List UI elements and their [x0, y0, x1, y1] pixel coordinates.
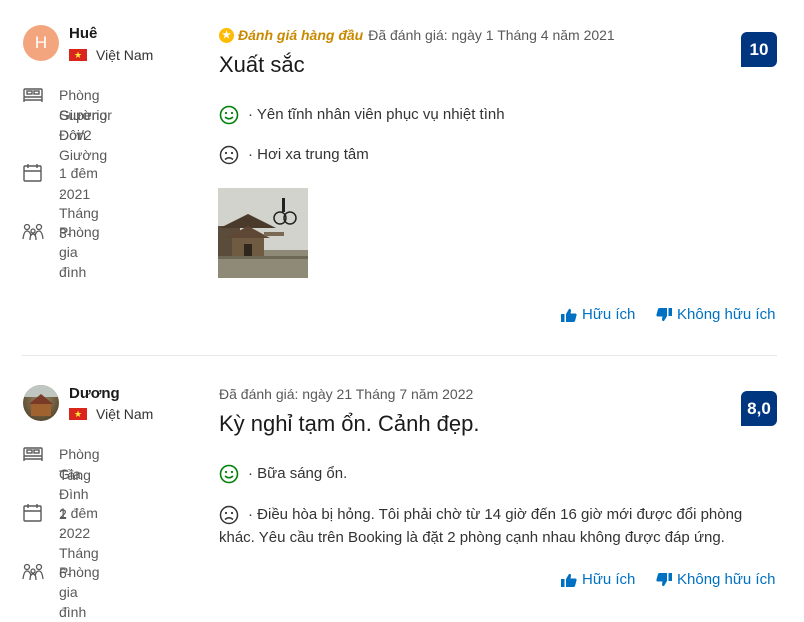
not-helpful-label: Không hữu ích: [677, 306, 776, 323]
review-card: Dương ★ Việt Nam Phòng Gia Đình 2 Tầng 1…: [0, 356, 804, 620]
review-title: Kỳ nghỉ tạm ổn. Cảnh đẹp.: [219, 411, 480, 436]
calendar-icon: [23, 504, 42, 522]
reviewer-name: Huê: [69, 25, 98, 42]
room-line: Tầng: [59, 467, 91, 483]
review-date: ★ Đánh giá hàng đầu Đã đánh giá: ngày 1 T…: [219, 27, 615, 43]
thumbs-down-icon: [656, 572, 672, 586]
review-date-text: Đã đánh giá: ngày 21 Tháng 7 năm 2022: [219, 386, 474, 402]
review-date: Đã đánh giá: ngày 21 Tháng 7 năm 2022: [219, 386, 473, 402]
not-helpful-button[interactable]: Không hữu ích: [656, 306, 775, 323]
negative-text: · Điều hòa bị hỏng. Tôi phải chờ từ 14 g…: [248, 506, 743, 523]
smile-icon: [219, 105, 239, 125]
reviewer-country: ★ Việt Nam: [69, 406, 153, 422]
review-card: H Huê ★ Việt Nam Phòng Superior Giường Đ…: [0, 0, 804, 355]
country-label: Việt Nam: [96, 47, 154, 63]
stay-line: 2021: [59, 186, 91, 202]
room-line: Đơn: [59, 127, 87, 143]
thumbs-down-icon: [656, 307, 672, 321]
review-photo[interactable]: [218, 188, 308, 278]
positive-text: · Yên tĩnh nhân viên phục vụ nhiệt tình: [248, 106, 505, 123]
traveler-type-label: Phòng gia đình: [59, 224, 100, 280]
frown-icon: [219, 505, 239, 525]
positive-comment: · Bữa sáng ổn.: [219, 462, 347, 485]
bed-icon: [23, 447, 43, 461]
helpful-label: Hữu ích: [582, 571, 636, 588]
vietnam-flag-icon: ★: [69, 49, 87, 61]
not-helpful-button[interactable]: Không hữu ích: [656, 571, 775, 588]
traveler-type-label: Phòng gia đình: [59, 564, 100, 620]
family-icon: [22, 563, 44, 581]
vietnam-flag-icon: ★: [69, 408, 87, 420]
reviewer-country: ★ Việt Nam: [69, 47, 153, 63]
score-badge: 8,0: [741, 391, 777, 426]
calendar-icon: [23, 164, 42, 182]
country-label: Việt Nam: [96, 406, 154, 422]
thumbs-up-icon: [561, 573, 577, 587]
negative-comment: · Hơi xa trung tâm: [219, 143, 369, 166]
helpful-label: Hữu ích: [582, 306, 636, 323]
stay-line: 2022: [59, 525, 91, 541]
reviewer-name: Dương: [69, 385, 120, 402]
negative-text: · Hơi xa trung tâm: [248, 146, 369, 163]
thumbs-up-icon: [561, 308, 577, 322]
score-badge: 10: [741, 32, 777, 67]
smile-icon: [219, 464, 239, 484]
helpful-button[interactable]: Hữu ích: [561, 571, 635, 588]
negative-comment: · Điều hòa bị hỏng. Tôi phải chờ từ 14 g…: [219, 503, 742, 549]
frown-icon: [219, 145, 239, 165]
bed-icon: [23, 88, 43, 102]
positive-comment: · Yên tĩnh nhân viên phục vụ nhiệt tình: [219, 103, 505, 126]
review-title: Xuất sắc: [219, 52, 305, 77]
avatar: H: [23, 25, 59, 61]
top-review-badge: ★ Đánh giá hàng đầu: [219, 27, 363, 43]
star-icon: ★: [219, 27, 234, 43]
not-helpful-label: Không hữu ích: [677, 571, 776, 588]
negative-text: khác. Yêu cầu trên Booking là đặt 2 phòn…: [219, 529, 725, 546]
family-icon: [22, 223, 44, 241]
review-date-text: Đã đánh giá: ngày 1 Tháng 4 năm 2021: [368, 27, 615, 43]
avatar: [23, 385, 59, 421]
helpful-button[interactable]: Hữu ích: [561, 306, 635, 323]
